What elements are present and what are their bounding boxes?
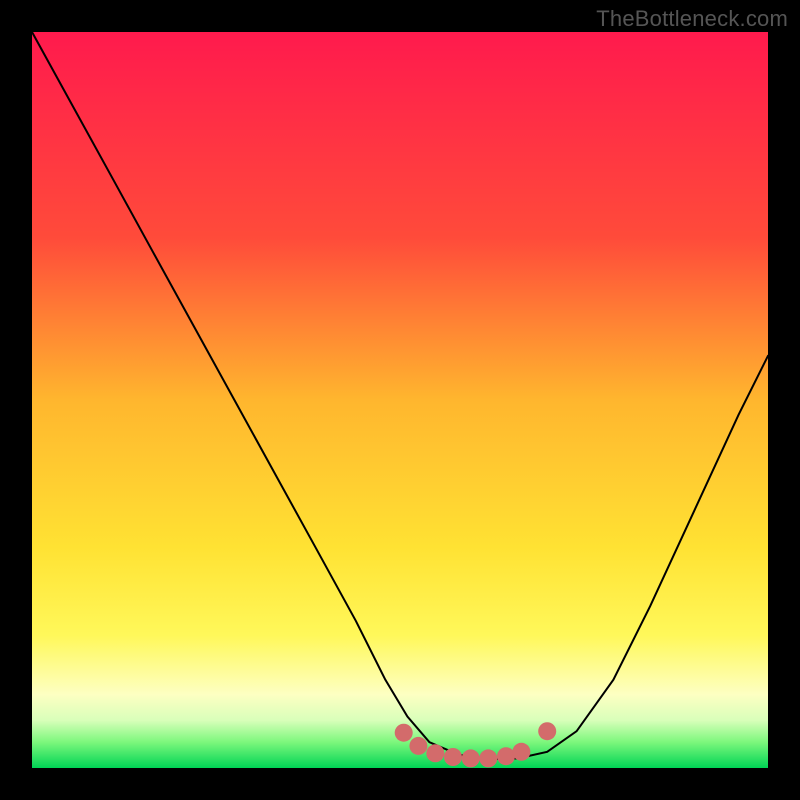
highlight-dot: [409, 737, 427, 755]
bottleneck-chart: [0, 0, 800, 800]
highlight-dot: [479, 749, 497, 767]
highlight-dot: [512, 743, 530, 761]
chart-frame: TheBottleneck.com: [0, 0, 800, 800]
highlight-dot: [538, 722, 556, 740]
plot-background: [32, 32, 768, 768]
highlight-dot: [444, 748, 462, 766]
highlight-dot: [426, 744, 444, 762]
highlight-dot: [462, 749, 480, 767]
watermark-text: TheBottleneck.com: [596, 6, 788, 32]
highlight-dot: [395, 724, 413, 742]
highlight-dot: [497, 747, 515, 765]
